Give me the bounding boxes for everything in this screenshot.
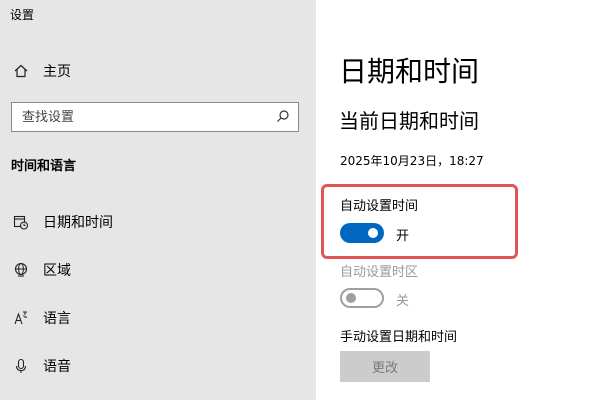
globe-icon (13, 262, 29, 278)
auto-timezone-label: 自动设置时区 (340, 265, 419, 280)
auto-timezone-toggle[interactable] (340, 288, 384, 308)
sidebar-item-speech[interactable]: 语音 (0, 348, 316, 384)
sidebar-item-region[interactable]: 区域 (0, 252, 316, 288)
sidebar-item-language[interactable]: 语言 (0, 300, 316, 336)
sidebar-item-label: 语音 (43, 359, 71, 375)
sidebar-item-label: 日期和时间 (43, 215, 113, 231)
calendar-clock-icon (13, 214, 29, 230)
auto-time-toggle[interactable] (340, 223, 384, 243)
sidebar-item-home[interactable]: 主页 (0, 53, 316, 89)
sidebar-item-date-time[interactable]: 日期和时间 (0, 204, 316, 240)
sidebar-item-label: 主页 (43, 64, 71, 80)
sidebar: 设置 主页 时间和语言 日期和时间 区域 语言 语音 (0, 0, 316, 400)
search-input[interactable] (22, 109, 262, 125)
manual-set-label: 手动设置日期和时间 (340, 330, 458, 345)
home-icon (13, 63, 29, 79)
toggle-knob (368, 228, 378, 238)
sidebar-item-label: 区域 (43, 263, 71, 279)
search-icon[interactable] (276, 108, 290, 127)
search-box[interactable] (11, 102, 299, 132)
window-title: 设置 (10, 8, 35, 22)
microphone-icon (13, 358, 29, 374)
change-button[interactable]: 更改 (340, 351, 430, 382)
sidebar-item-label: 语言 (43, 311, 71, 327)
section-title: 时间和语言 (11, 159, 77, 174)
auto-time-state: 开 (396, 229, 410, 244)
language-icon (13, 310, 29, 326)
toggle-knob (346, 293, 356, 303)
auto-time-label: 自动设置时间 (340, 199, 419, 214)
page-title: 日期和时间 (339, 55, 480, 88)
current-datetime: 2025年10月23日，18:27 (340, 154, 484, 168)
auto-timezone-state: 关 (396, 294, 410, 309)
section-subtitle: 当前日期和时间 (339, 109, 479, 133)
